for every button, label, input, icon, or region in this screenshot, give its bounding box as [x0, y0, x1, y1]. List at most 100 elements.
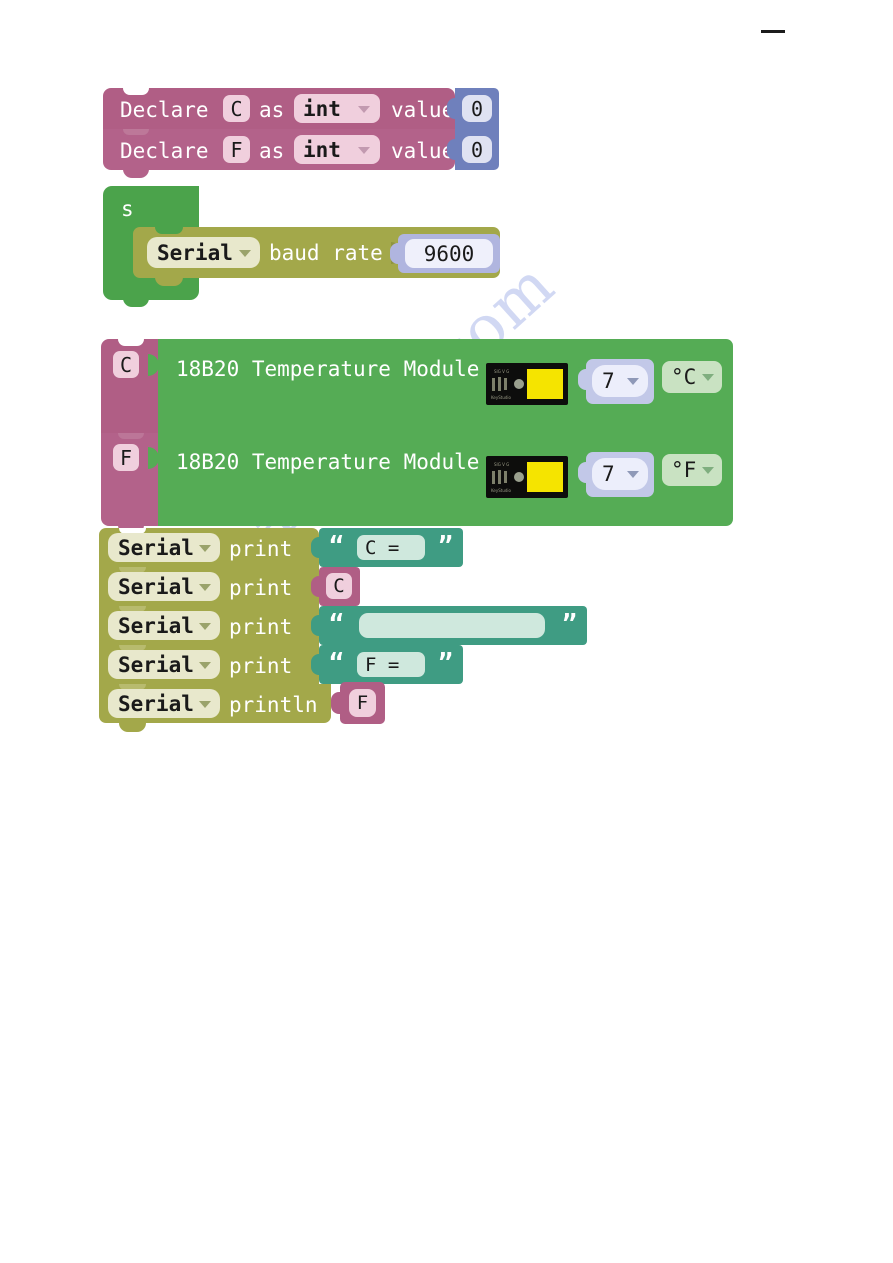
variable-field-f[interactable]: F	[349, 689, 376, 717]
pin-number-text: 7	[602, 369, 615, 393]
quote-open-icon: “	[329, 531, 345, 560]
number-value-text: 0	[470, 96, 484, 121]
string-block-4[interactable]: “ F = ”	[319, 645, 463, 684]
pin-plug-f	[578, 462, 588, 483]
ds18b20-module-icon: SIG V G KeyStudio	[486, 456, 568, 498]
notch-bottom	[123, 169, 149, 178]
number-block-9600[interactable]: 9600	[398, 234, 500, 273]
string-block-1[interactable]: “ C = ”	[319, 528, 463, 567]
pcb-silkscreen-bottom: KeyStudio	[491, 488, 511, 493]
assign-variable-text: F	[119, 445, 133, 470]
blockly-workspace[interactable]: Declare C as int value 0 Declare F as in…	[0, 0, 893, 1263]
variable-plug-c	[311, 576, 321, 597]
serial-port-dropdown-3[interactable]: Serial	[108, 611, 220, 640]
serial-print-block-3[interactable]: Serial print	[99, 606, 319, 645]
number-block-0-c[interactable]: 0	[455, 88, 499, 129]
number-value-text: 0	[470, 137, 484, 162]
baud-number-field[interactable]: 9600	[405, 239, 493, 268]
unit-dropdown-c[interactable]: °C	[662, 361, 722, 393]
declare-keyword-label: Declare	[120, 139, 209, 163]
notch-top	[123, 129, 149, 135]
declare-block-f[interactable]: Declare F as int value	[103, 129, 455, 178]
chevron-down-icon[interactable]	[702, 467, 714, 474]
pcb-pin	[498, 470, 501, 484]
pin-dropdown-c[interactable]: 7	[592, 365, 648, 397]
assign-variable-text: C	[119, 352, 133, 377]
baud-number-text: 9600	[423, 241, 475, 266]
declare-type-dropdown-c[interactable]: int	[294, 94, 380, 123]
baud-rate-label: baud rate	[269, 241, 383, 265]
serial-port-dropdown-1[interactable]: Serial	[108, 533, 220, 562]
chevron-down-icon[interactable]	[627, 471, 639, 478]
chevron-down-icon[interactable]	[199, 584, 211, 591]
variable-text-c: C	[333, 575, 345, 597]
pin-number-block-c[interactable]: 7	[586, 359, 654, 404]
pin-dropdown-f[interactable]: 7	[592, 458, 648, 490]
string-plug-3	[311, 615, 321, 636]
chevron-down-icon[interactable]	[358, 147, 370, 154]
pcb-silkscreen-bottom: KeyStudio	[491, 395, 511, 400]
string-text-field-3[interactable]	[359, 613, 545, 638]
setup-top-arm	[133, 186, 199, 227]
chevron-down-icon[interactable]	[199, 662, 211, 669]
variable-plug-f	[331, 692, 342, 714]
serial-port-text: Serial	[157, 240, 233, 265]
declare-type-dropdown-f[interactable]: int	[294, 135, 380, 164]
serial-method-label: println	[229, 693, 318, 717]
notch-top	[118, 433, 144, 439]
variable-field-c[interactable]: C	[326, 573, 352, 599]
serial-port-dropdown[interactable]: Serial	[147, 237, 260, 268]
declare-variable-field-f[interactable]: F	[223, 136, 250, 163]
number-value-field[interactable]: 0	[462, 95, 492, 122]
chevron-down-icon[interactable]	[627, 378, 639, 385]
notch-top	[118, 339, 144, 346]
chevron-down-icon[interactable]	[702, 374, 714, 381]
string-block-3[interactable]: “ ”	[319, 606, 587, 645]
assign-block-c[interactable]: C	[101, 339, 159, 433]
declare-variable-field-c[interactable]: C	[223, 95, 250, 122]
serial-port-dropdown-5[interactable]: Serial	[108, 689, 220, 718]
pin-number-block-f[interactable]: 7	[586, 452, 654, 497]
string-text-field-1[interactable]: C =	[357, 535, 425, 560]
serial-port-dropdown-2[interactable]: Serial	[108, 572, 220, 601]
string-text-3	[367, 615, 413, 637]
serial-method-label: print	[229, 654, 293, 678]
pcb-pin	[504, 378, 507, 390]
declare-value-label: value	[391, 139, 455, 163]
serial-println-block-5[interactable]: Serial println	[99, 684, 331, 732]
declare-variable-text: F	[230, 137, 243, 162]
serial-print-block-2[interactable]: Serial print	[99, 567, 319, 606]
unit-dropdown-f[interactable]: °F	[662, 454, 722, 486]
chevron-down-icon[interactable]	[239, 250, 251, 257]
serial-print-block-1[interactable]: Serial print	[99, 528, 319, 567]
serial-method-label: print	[229, 537, 293, 561]
assign-block-f[interactable]: F	[101, 433, 159, 534]
string-text-1: C =	[365, 536, 411, 559]
serial-method-label: print	[229, 615, 293, 639]
declare-block-c[interactable]: Declare C as int value	[103, 88, 455, 129]
chevron-down-icon[interactable]	[199, 701, 211, 708]
unit-text: °C	[671, 365, 697, 389]
quote-close-icon: ”	[437, 648, 453, 677]
declare-type-text: int	[303, 96, 341, 121]
notch-top	[155, 227, 183, 234]
string-text-field-4[interactable]: F =	[357, 652, 425, 677]
variable-block-f[interactable]: F	[340, 682, 385, 724]
assign-variable-field-f[interactable]: F	[113, 444, 139, 471]
chevron-down-icon[interactable]	[199, 545, 211, 552]
serial-port-text: Serial	[118, 652, 194, 677]
quote-close-icon: ”	[561, 609, 577, 638]
serial-port-dropdown-4[interactable]: Serial	[108, 650, 220, 679]
number-block-0-f[interactable]: 0	[455, 129, 499, 170]
number-value-field[interactable]: 0	[462, 136, 492, 163]
serial-port-text: Serial	[118, 613, 194, 638]
serial-print-block-4[interactable]: Serial print	[99, 645, 319, 684]
chevron-down-icon[interactable]	[358, 106, 370, 113]
variable-block-c[interactable]: C	[319, 567, 360, 606]
assign-variable-field-c[interactable]: C	[113, 351, 139, 378]
sensor-block-f[interactable]: 18B20 Temperature Module SIG V G KeyStud…	[158, 433, 733, 526]
sensor-block-c[interactable]: 18B20 Temperature Module SIG V G KeyStud…	[158, 339, 733, 433]
string-text-4: F =	[365, 653, 411, 676]
declare-variable-text: C	[230, 96, 243, 121]
chevron-down-icon[interactable]	[199, 623, 211, 630]
